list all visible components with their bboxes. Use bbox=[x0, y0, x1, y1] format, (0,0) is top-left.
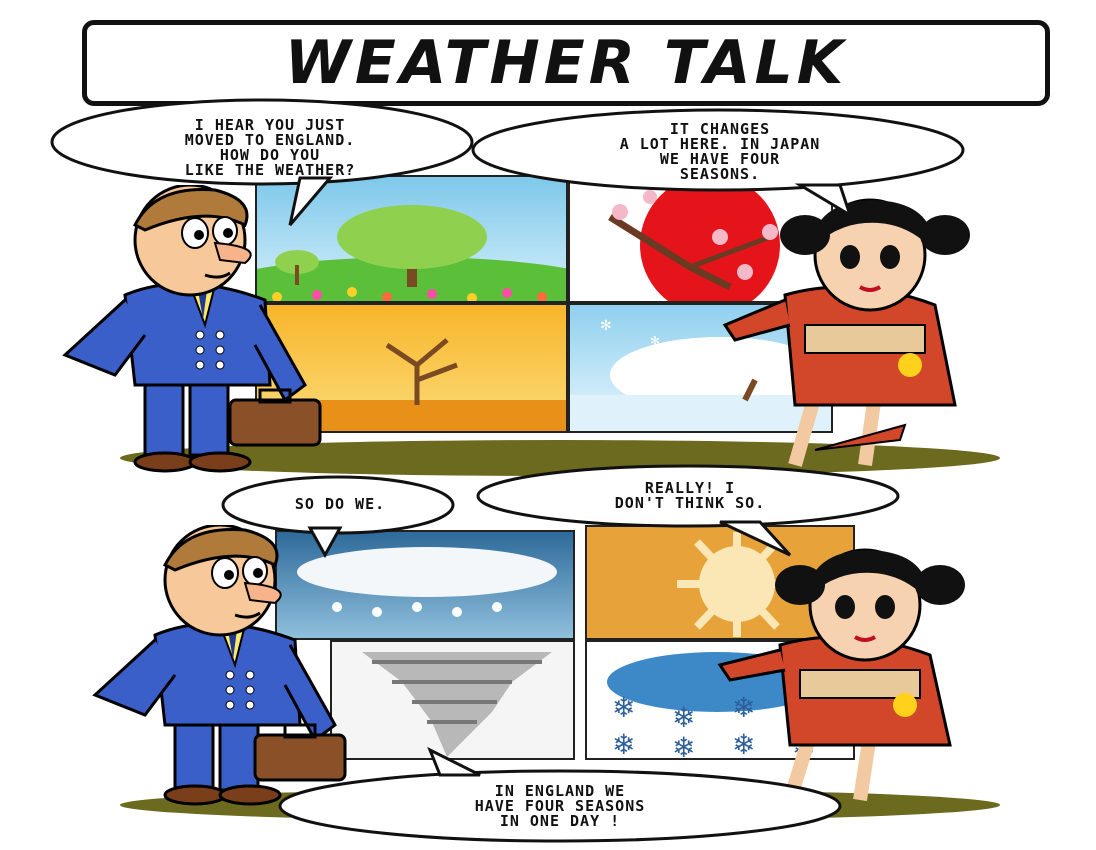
speech-line: DON'T THINK SO. bbox=[614, 494, 766, 512]
speech-bubbles-bottom bbox=[221, 464, 900, 843]
woman-speech-bottom: REALLY! I DON'T THINK SO. bbox=[510, 481, 870, 511]
speech-line: IN ONE DAY ! bbox=[499, 812, 621, 830]
bottom-speech: IN ENGLAND WE HAVE FOUR SEASONS IN ONE D… bbox=[340, 784, 780, 829]
man-speech-bottom: SO DO WE. bbox=[250, 497, 430, 512]
speech-line: SO DO WE. bbox=[294, 495, 386, 513]
